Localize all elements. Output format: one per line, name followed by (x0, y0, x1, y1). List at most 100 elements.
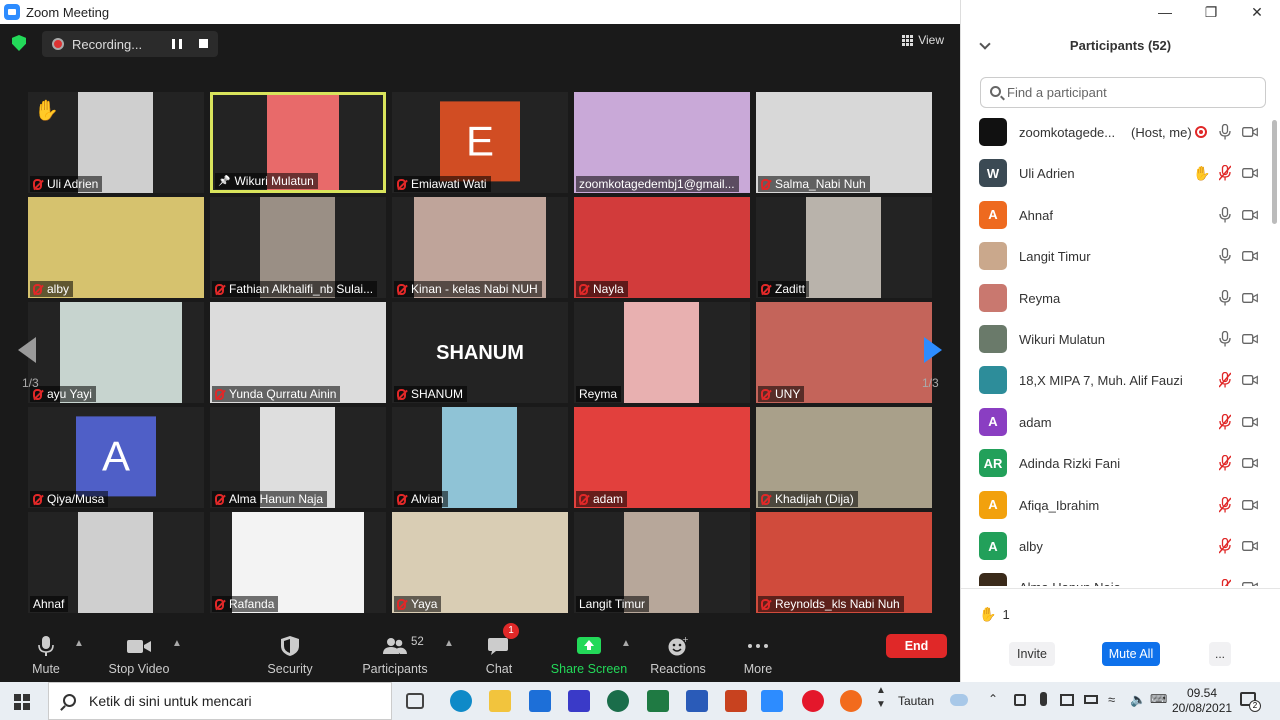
video-camera-icon[interactable] (1242, 581, 1258, 586)
mute-button[interactable]: Mute (26, 636, 66, 676)
muted-microphone-icon[interactable] (1219, 165, 1231, 181)
video-tile[interactable]: ✋ Uli Adrien (28, 92, 204, 193)
minimize-icon[interactable]: — (1142, 0, 1188, 24)
participant-row[interactable]: A Ahnaf (961, 195, 1271, 236)
participant-row[interactable]: Reyma (961, 278, 1271, 319)
task-view-icon[interactable] (406, 693, 424, 709)
video-tile[interactable]: Alvian (392, 407, 568, 508)
input-language-icon[interactable]: ⌨ (1150, 692, 1167, 706)
muted-microphone-icon[interactable] (1219, 579, 1231, 586)
participant-row[interactable]: AR Adinda Rizki Fani (961, 443, 1271, 484)
video-tile[interactable]: Reynolds_kls Nabi Nuh (756, 512, 932, 613)
reactions-button[interactable]: + Reactions (648, 636, 708, 676)
video-tile[interactable]: alby (28, 197, 204, 298)
video-camera-icon[interactable] (1242, 167, 1258, 179)
participant-row[interactable]: Aadam (961, 402, 1271, 443)
mail-icon[interactable] (529, 690, 551, 712)
app-u-icon[interactable] (607, 690, 629, 712)
video-tile[interactable]: Zaditt (756, 197, 932, 298)
participant-list-scrollbar[interactable] (1272, 120, 1277, 224)
participant-row[interactable]: A Afiqa_Ibrahim (961, 485, 1271, 526)
video-tile[interactable]: Reyma (574, 302, 750, 403)
share-options-caret-icon[interactable]: ▲ (621, 638, 631, 649)
video-camera-icon[interactable] (1242, 209, 1258, 221)
video-camera-icon[interactable] (1242, 416, 1258, 428)
video-options-caret-icon[interactable]: ▲ (172, 638, 182, 649)
next-page-arrow-icon[interactable] (924, 337, 942, 363)
video-tile[interactable]: zoomkotagedembj1@gmail... (574, 92, 750, 193)
file-explorer-icon[interactable] (489, 690, 511, 712)
show-hidden-icons-chevron-icon[interactable]: ⌃ (988, 692, 998, 706)
participant-row[interactable]: Langit Timur (961, 236, 1271, 277)
wifi-icon[interactable]: ≈ (1108, 692, 1115, 707)
video-camera-icon[interactable] (1242, 250, 1258, 262)
participant-row[interactable]: Alma Hanun Naja (961, 567, 1271, 586)
chat-button[interactable]: Chat (476, 636, 522, 676)
zoom-taskbar-icon[interactable] (761, 690, 783, 712)
security-button[interactable]: Security (262, 636, 318, 676)
participant-search-input[interactable]: Find a participant (980, 77, 1266, 108)
word-icon[interactable] (686, 690, 708, 712)
muted-microphone-icon[interactable] (1219, 538, 1231, 554)
participant-row[interactable]: zoomkotagede... (Host, me) (961, 112, 1271, 153)
restore-icon[interactable]: ❐ (1188, 0, 1234, 24)
view-button[interactable]: View (902, 33, 944, 47)
microphone-icon[interactable] (1219, 206, 1231, 223)
video-camera-icon[interactable] (1242, 292, 1258, 304)
windows-start-icon[interactable] (14, 694, 30, 710)
powerpoint-icon[interactable] (725, 690, 747, 712)
participant-row[interactable]: Wikuri Mulatun (961, 319, 1271, 360)
video-tile[interactable]: Salma_Nabi Nuh (756, 92, 932, 193)
video-camera-icon[interactable] (1242, 540, 1258, 552)
video-tile[interactable]: Langit Timur (574, 512, 750, 613)
video-tile[interactable]: Yaya (392, 512, 568, 613)
invite-button[interactable]: Invite (1009, 642, 1055, 666)
muted-microphone-icon[interactable] (1219, 372, 1231, 388)
notification-center-icon[interactable]: 2 (1240, 692, 1261, 712)
video-tile[interactable]: E Emiawati Wati (392, 92, 568, 193)
more-button[interactable]: More (738, 636, 778, 676)
audio-options-caret-icon[interactable]: ▲ (74, 638, 84, 649)
participant-row[interactable]: Aalby (961, 526, 1271, 567)
muted-microphone-icon[interactable] (1219, 455, 1231, 471)
tray-app-icon[interactable] (1014, 694, 1026, 706)
microphone-icon[interactable] (1219, 289, 1231, 306)
participant-row[interactable]: W Uli Adrien ✋ (961, 153, 1271, 194)
tray-device-icon[interactable] (1060, 694, 1074, 706)
video-tile[interactable]: Kinan - kelas Nabi NUH (392, 197, 568, 298)
video-tile[interactable]: Ahnaf (28, 512, 204, 613)
video-tile[interactable]: A Qiya/Musa (28, 407, 204, 508)
tray-toolbar-label[interactable]: Tautan (898, 694, 934, 708)
volume-icon[interactable]: 🔈 (1130, 692, 1146, 708)
taskbar-scroll-arrows-icon[interactable]: ▲ ▼ (876, 684, 886, 712)
microphone-icon[interactable] (1219, 124, 1231, 140)
video-camera-icon[interactable] (1242, 499, 1258, 511)
video-camera-icon[interactable] (1242, 457, 1258, 469)
video-camera-icon[interactable] (1242, 126, 1258, 138)
share-screen-button[interactable]: Share Screen (550, 636, 628, 676)
video-tile[interactable]: UNY (756, 302, 932, 403)
microphone-icon[interactable] (1219, 248, 1231, 264)
muted-microphone-icon[interactable] (1219, 496, 1231, 513)
edge-browser-icon[interactable] (450, 690, 472, 712)
video-camera-icon[interactable] (1242, 333, 1258, 345)
video-tile[interactable]: SHANUM SHANUM (392, 302, 568, 403)
video-tile[interactable]: Alma Hanun Naja (210, 407, 386, 508)
video-tile[interactable]: Nayla (574, 197, 750, 298)
stop-video-button[interactable]: Stop Video (104, 636, 174, 676)
video-tile[interactable]: 📌 Wikuri Mulatun (210, 92, 386, 193)
firefox-icon[interactable] (840, 690, 862, 712)
taskbar-clock[interactable]: 09.54 20/08/2021 (1172, 686, 1232, 716)
microphone-icon[interactable] (1219, 331, 1231, 347)
close-icon[interactable]: ✕ (1234, 0, 1280, 24)
previous-page-arrow-icon[interactable] (18, 337, 36, 363)
video-tile[interactable]: ayu Yayi (28, 302, 204, 403)
app-icon[interactable] (568, 690, 590, 712)
excel-icon[interactable] (647, 690, 669, 712)
video-tile[interactable]: Rafanda (210, 512, 386, 613)
video-tile[interactable]: Yunda Qurratu Ainin (210, 302, 386, 403)
pause-recording-icon[interactable] (172, 39, 182, 49)
video-tile[interactable]: Fathian Alkhalifi_nb Sulai... (210, 197, 386, 298)
end-meeting-button[interactable]: End (886, 634, 947, 658)
weather-cloud-icon[interactable] (950, 694, 968, 706)
